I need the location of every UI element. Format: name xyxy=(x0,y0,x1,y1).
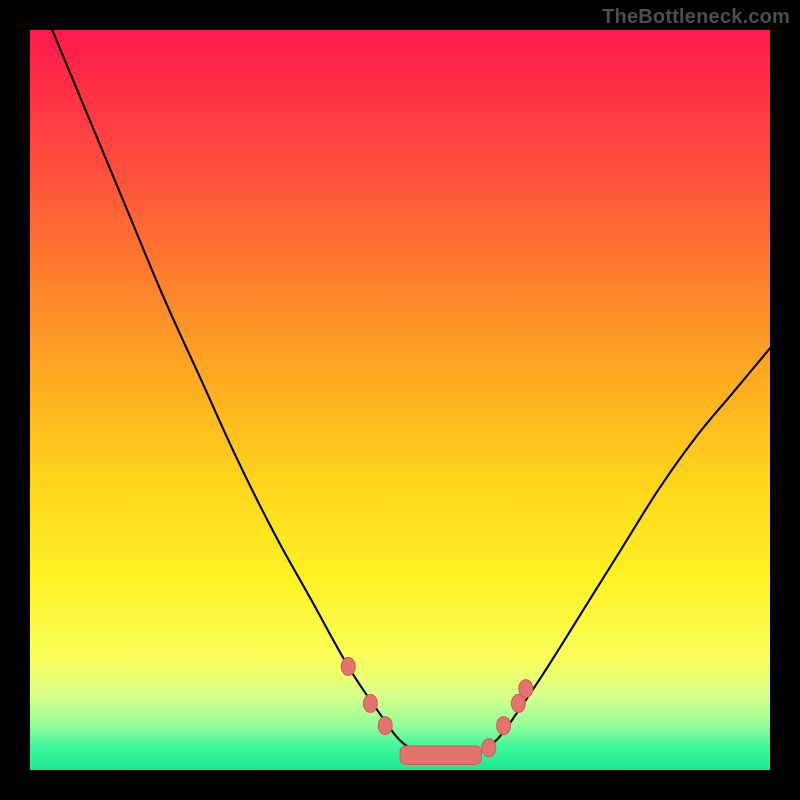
marker-point xyxy=(519,680,533,698)
valley-bar xyxy=(400,746,481,765)
plot-area xyxy=(30,30,770,770)
marker-point xyxy=(497,717,511,735)
marker-point xyxy=(341,657,355,675)
marker-point xyxy=(363,694,377,712)
watermark-text: TheBottleneck.com xyxy=(602,6,790,29)
outer-frame: TheBottleneck.com xyxy=(0,0,800,800)
marker-point xyxy=(378,717,392,735)
left-curve xyxy=(52,30,422,755)
marker-point xyxy=(482,739,496,757)
curve-layer xyxy=(30,30,770,770)
markers xyxy=(341,657,533,756)
